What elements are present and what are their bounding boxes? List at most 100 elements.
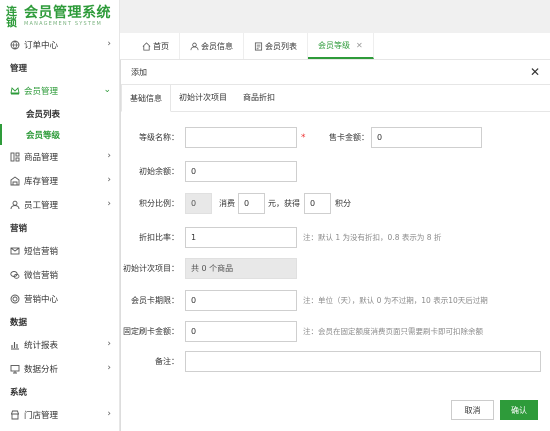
tab-label: 会员等级 (318, 40, 350, 50)
app-root: 连锁 会员管理系统 MANAGEMENT SYSTEM 订单中心 › 管理 会员… (0, 0, 550, 431)
sidebar-item-store-manage[interactable]: 门店管理 › (0, 403, 119, 427)
target-icon (10, 294, 20, 304)
sidebar-item-order-center[interactable]: 订单中心 › (0, 33, 119, 57)
chevron-right-icon: › (107, 363, 111, 373)
consume-text: 消费 (219, 199, 235, 208)
tab-label: 首页 (153, 41, 169, 51)
chevron-right-icon: › (107, 339, 111, 349)
close-icon[interactable]: ✕ (356, 41, 363, 50)
sidebar-item-label: 门店管理 (24, 411, 59, 421)
sidebar-item-stock-manage[interactable]: 库存管理 › (0, 169, 119, 193)
sidebar-item-label: 会员管理 (24, 87, 59, 97)
sidebar-item-stats-report[interactable]: 统计报表 › (0, 333, 119, 357)
sidebar-section-data: 数据 (10, 318, 28, 328)
fixed-amount-label: 固定刷卡金额： (123, 327, 179, 336)
sidebar-section-system: 系统 (10, 388, 28, 398)
tab-label: 会员列表 (265, 41, 297, 51)
sidebar-item-data-analysis[interactable]: 数据分析 › (0, 357, 119, 381)
card-period-input[interactable]: 0 (185, 290, 297, 311)
bar-chart-icon (10, 340, 20, 350)
dialog-header: 添加 ✕ (121, 60, 550, 85)
user-icon (10, 200, 20, 210)
tab-basic-info[interactable]: 基础信息 (121, 84, 171, 112)
chevron-right-icon: › (107, 409, 111, 419)
points-amount-input[interactable]: 0 (304, 193, 331, 214)
yuan-get-text: 元，获得 (268, 199, 300, 208)
close-icon[interactable]: ✕ (530, 65, 540, 79)
required-mark: * (301, 132, 306, 143)
envelope-icon (10, 246, 20, 256)
chevron-down-icon: ⌄ (103, 85, 111, 95)
sidebar-item-label: 统计报表 (24, 341, 59, 351)
cancel-button[interactable]: 取消 (451, 400, 494, 420)
sidebar-item-label: 库存管理 (24, 177, 59, 187)
remark-label: 备注： (155, 357, 179, 366)
page-tabs: 首页 会员信息 会员列表 会员等级 ✕ (120, 33, 550, 60)
sidebar-item-wechat-marketing[interactable]: 微信营销 (0, 263, 119, 287)
sidebar-item-label: 短信营销 (24, 247, 59, 257)
sidebar-item-label: 营销中心 (24, 295, 59, 305)
chevron-right-icon: › (107, 175, 111, 185)
chevron-right-icon: › (107, 39, 111, 49)
sidebar-item-marketing-center[interactable]: 营销中心 (0, 287, 119, 311)
level-name-input[interactable] (185, 127, 297, 148)
sidebar-item-label: 数据分析 (24, 365, 59, 375)
sidebar-item-member-level[interactable]: 会员等级 (0, 124, 119, 145)
tab-member-info[interactable]: 会员信息 (180, 33, 244, 59)
sidebar-item-goods-manage[interactable]: 商品管理 › (0, 145, 119, 169)
logo: 连锁 会员管理系统 MANAGEMENT SYSTEM (0, 0, 119, 33)
sidebar-section-manage: 管理 (10, 64, 28, 74)
sidebar-item-member-manage[interactable]: 会员管理 ⌄ (0, 79, 119, 103)
card-period-note: 注：单位（天），默认 0 为不过期，10 表示10天后过期 (303, 296, 488, 305)
tab-goods-discount[interactable]: 商品折扣 (235, 84, 283, 111)
card-price-label: 售卡金额： (329, 133, 369, 142)
chat-icon (10, 270, 20, 280)
sidebar-item-staff-manage[interactable]: 员工管理 › (0, 193, 119, 217)
dialog-title: 添加 (131, 67, 147, 77)
tab-initial-count-items[interactable]: 初始计次项目 (171, 84, 235, 111)
home-icon (142, 41, 151, 51)
remark-input[interactable] (185, 351, 541, 372)
tab-home[interactable]: 首页 (132, 33, 180, 59)
fixed-amount-note: 注：会员在固定额度消费页面只需要刷卡即可扣除余额 (303, 327, 483, 336)
level-name-label: 等级名称： (139, 133, 179, 142)
sidebar-item-sms-marketing[interactable]: 短信营销 (0, 239, 119, 263)
tab-member-list[interactable]: 会员列表 (244, 33, 308, 59)
logo-subtitle: MANAGEMENT SYSTEM (24, 21, 103, 27)
warehouse-icon (10, 176, 20, 186)
discount-rate-input[interactable]: 1 (185, 227, 297, 248)
globe-icon (10, 40, 20, 50)
sidebar-item-label: 微信营销 (24, 271, 59, 281)
card-price-input[interactable]: 0 (371, 127, 482, 148)
store-icon (10, 410, 20, 420)
discount-note: 注：默认 1 为没有折扣，0.8 表示为 8 折 (303, 233, 442, 242)
tab-member-level[interactable]: 会员等级 ✕ (308, 33, 374, 59)
initial-balance-label: 初始余额： (139, 167, 179, 176)
sidebar-section-marketing: 营销 (10, 224, 28, 234)
add-level-dialog: 添加 ✕ 基础信息 初始计次项目 商品折扣 等级名称： * 售卡金额： 0 初始… (120, 60, 550, 431)
chevron-right-icon: › (107, 199, 111, 209)
tab-label: 会员信息 (201, 41, 233, 51)
logo-mark: 连锁 (6, 4, 17, 29)
dialog-tabs: 基础信息 初始计次项目 商品折扣 (121, 84, 550, 112)
sidebar-item-label: 订单中心 (24, 41, 59, 51)
points-ratio-input[interactable]: 0 (185, 193, 212, 214)
user-icon (190, 42, 199, 50)
fixed-amount-input[interactable]: 0 (185, 321, 297, 342)
initial-items-field[interactable]: 共 0 个商品 (185, 258, 297, 279)
grid-icon (10, 152, 20, 162)
confirm-button[interactable]: 确认 (500, 400, 538, 420)
chevron-right-icon: › (107, 151, 111, 161)
sidebar-item-label: 员工管理 (24, 201, 59, 211)
initial-balance-input[interactable]: 0 (185, 161, 297, 182)
list-icon (254, 41, 263, 51)
card-period-label: 会员卡期限： (131, 296, 179, 305)
discount-rate-label: 折扣比率： (139, 233, 179, 242)
logo-title: 会员管理系统 (24, 5, 111, 21)
sidebar-item-label: 商品管理 (24, 153, 59, 163)
points-text: 积分 (335, 199, 351, 208)
sidebar: 连锁 会员管理系统 MANAGEMENT SYSTEM 订单中心 › 管理 会员… (0, 0, 120, 431)
consume-amount-input[interactable]: 0 (238, 193, 265, 214)
crown-icon (10, 86, 20, 96)
sidebar-item-member-list[interactable]: 会员列表 (0, 103, 119, 124)
